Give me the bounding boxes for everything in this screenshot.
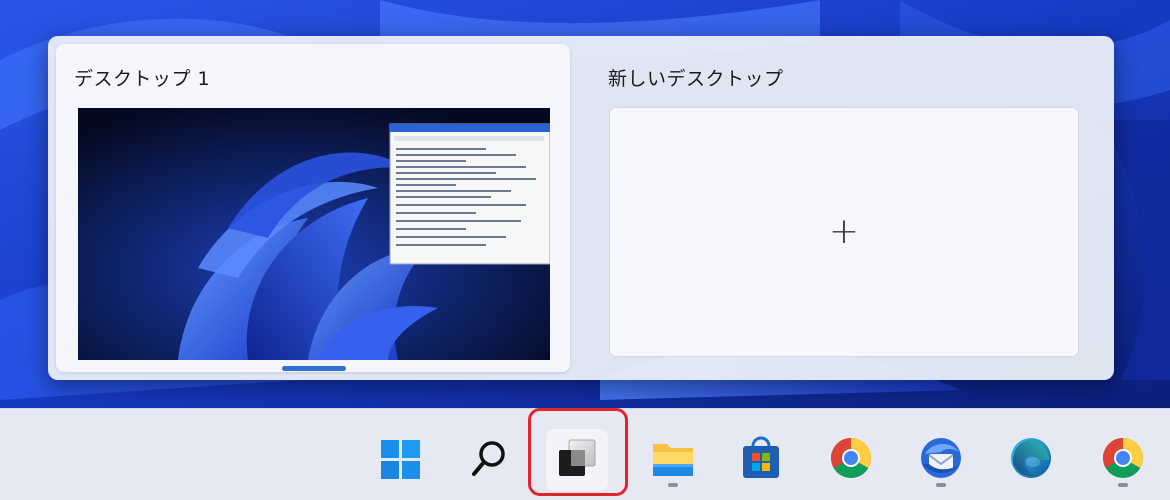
active-desktop-indicator [282, 366, 346, 371]
new-desktop-button[interactable]: + [610, 108, 1078, 356]
plus-icon: + [828, 211, 860, 252]
start-button[interactable] [370, 429, 432, 491]
new-desktop-card[interactable]: 新しいデスクトップ + [592, 44, 1106, 372]
chrome-button-2[interactable] [1092, 429, 1154, 491]
edge-button[interactable] [1000, 429, 1062, 491]
search-button[interactable] [458, 429, 520, 491]
search-icon [472, 441, 505, 476]
thunderbird-icon [921, 438, 961, 478]
running-indicator [1118, 483, 1128, 487]
desktop-1-thumbnail[interactable] [78, 108, 550, 360]
new-desktop-label: 新しいデスクトップ [608, 68, 784, 90]
edge-icon [1011, 438, 1051, 478]
running-indicator [668, 483, 678, 487]
folder-icon [653, 444, 693, 476]
chrome-icon [831, 438, 871, 478]
desktop-1-preview-image [78, 108, 550, 360]
file-explorer-button[interactable] [642, 429, 704, 491]
store-icon [743, 436, 779, 478]
desktop-1-label: デスクトップ 1 [74, 68, 211, 90]
chrome-icon [1103, 438, 1143, 478]
microsoft-store-button[interactable] [730, 429, 792, 491]
thunderbird-button[interactable] [910, 429, 972, 491]
chrome-button[interactable] [820, 429, 882, 491]
highlight-outline [528, 408, 628, 496]
windows-logo-icon [381, 440, 420, 479]
desktop-1-card[interactable]: デスクトップ 1 [56, 44, 570, 372]
desktop-screen: デスクトップ 1 新しいデスクトップ + [0, 0, 1170, 500]
task-view-panel: デスクトップ 1 新しいデスクトップ + [48, 36, 1114, 380]
running-indicator [936, 483, 946, 487]
